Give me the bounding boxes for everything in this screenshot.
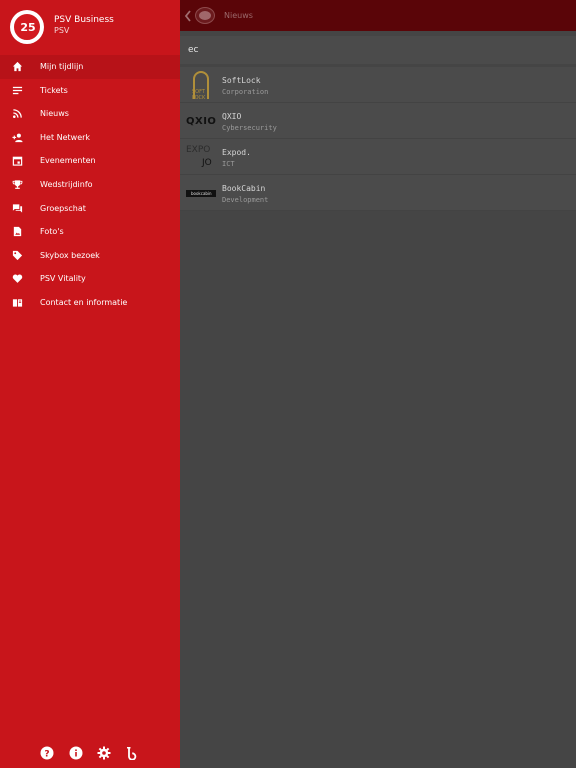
sidebar-item-contact-en-informatie[interactable]: Contact en informatie [0, 291, 180, 315]
brand-icon[interactable] [125, 746, 139, 760]
person-add-icon [12, 133, 23, 142]
profile-header[interactable]: 25 PSV Business PSV [0, 0, 180, 52]
company-logo: EXPO JO [186, 143, 216, 171]
sidebar-item-evenementen[interactable]: Evenementen [0, 149, 180, 173]
sidebar-item-fotos[interactable]: Foto's [0, 220, 180, 244]
settings-icon[interactable] [97, 746, 111, 760]
sidebar-menu: Mijn tijdlijn Tickets Nieuws Het Netwerk… [0, 55, 180, 315]
sidebar-item-label: Evenementen [40, 156, 96, 166]
sidebar-item-psv-vitality[interactable]: PSV Vitality [0, 267, 180, 291]
avatar-ring: 25 [13, 13, 41, 41]
info-icon[interactable] [69, 746, 83, 760]
avatar: 25 [10, 10, 44, 44]
company-sector: Corporation [222, 88, 269, 96]
profile-org: PSV [54, 26, 70, 35]
company-name: QXIO [222, 112, 242, 121]
logo-text: SOFT LOCK [192, 89, 206, 101]
sidebar-item-wedstrijdinfo[interactable]: Wedstrijdinfo [0, 173, 180, 197]
sidebar-item-label: Nieuws [40, 109, 69, 119]
company-name: Expod. [222, 148, 251, 157]
company-sector: Development [222, 196, 269, 204]
avatar-number: 25 [20, 21, 36, 34]
chat-icon [12, 203, 23, 213]
sidebar-item-het-netwerk[interactable]: Het Netwerk [0, 126, 180, 150]
company-name: SoftLock [222, 76, 261, 85]
sidebar-item-tickets[interactable]: Tickets [0, 79, 180, 103]
search-input[interactable] [188, 42, 568, 58]
club-logo [195, 7, 215, 24]
list-item[interactable]: bookcabin BookCabin Development [180, 175, 576, 211]
sidebar-item-nieuws[interactable]: Nieuws [0, 102, 180, 126]
heart-icon [12, 274, 23, 284]
tag-icon [12, 250, 23, 260]
sidebar-item-label: Het Netwerk [40, 132, 91, 142]
list-item[interactable]: EXPO JO Expod. ICT [180, 139, 576, 175]
sidebar: 25 PSV Business PSV Mijn tijdlijn Ticket… [0, 0, 180, 768]
svg-text:?: ? [44, 749, 49, 759]
sidebar-footer: ? [38, 746, 148, 762]
company-sector: ICT [222, 160, 235, 168]
home-icon [12, 61, 23, 72]
company-logo: bookcabin [186, 179, 216, 207]
page-title: Nieuws [224, 11, 253, 20]
logo-text: JO [202, 158, 212, 168]
help-icon[interactable]: ? [40, 746, 54, 760]
sidebar-item-label: Contact en informatie [40, 297, 128, 307]
calendar-icon [12, 157, 23, 167]
company-sector: Cybersecurity [222, 124, 277, 132]
photo-icon [13, 227, 22, 237]
book-icon [12, 299, 23, 307]
sidebar-item-groepschat[interactable]: Groepschat [0, 197, 180, 221]
sidebar-item-label: Tickets [40, 85, 68, 95]
sidebar-item-label: Groepschat [40, 203, 86, 213]
main-panel: Nieuws SOFT LOCK SoftLock Corporation QX… [180, 0, 576, 768]
sidebar-item-label: Mijn tijdlijn [40, 62, 84, 71]
company-logo: SOFT LOCK [186, 71, 216, 101]
back-chevron-icon[interactable] [183, 9, 193, 23]
sidebar-item-label: PSV Vitality [40, 274, 86, 284]
search-bar [180, 36, 576, 64]
profile-name: PSV Business [54, 15, 114, 25]
logo-text: EXPO [186, 145, 211, 155]
sidebar-item-label: Skybox bezoek [40, 250, 100, 260]
logo-text: bookcabin [191, 191, 212, 196]
rss-icon [13, 109, 22, 119]
list-icon [12, 86, 23, 94]
logo-text: QXIO [186, 116, 217, 127]
list-item[interactable]: SOFT LOCK SoftLock Corporation [180, 67, 576, 103]
top-bar: Nieuws [180, 0, 576, 31]
sidebar-item-label: Foto's [40, 227, 64, 237]
results-list: SOFT LOCK SoftLock Corporation QXIO QXIO… [180, 67, 576, 211]
company-name: BookCabin [222, 184, 266, 193]
list-item[interactable]: QXIO QXIO Cybersecurity [180, 103, 576, 139]
sidebar-item-mijn-tijdlijn[interactable]: Mijn tijdlijn [0, 55, 180, 79]
sidebar-item-label: Wedstrijdinfo [40, 179, 93, 189]
company-logo: QXIO [186, 107, 216, 135]
sidebar-item-skybox-bezoek[interactable]: Skybox bezoek [0, 244, 180, 268]
trophy-icon [12, 180, 23, 189]
